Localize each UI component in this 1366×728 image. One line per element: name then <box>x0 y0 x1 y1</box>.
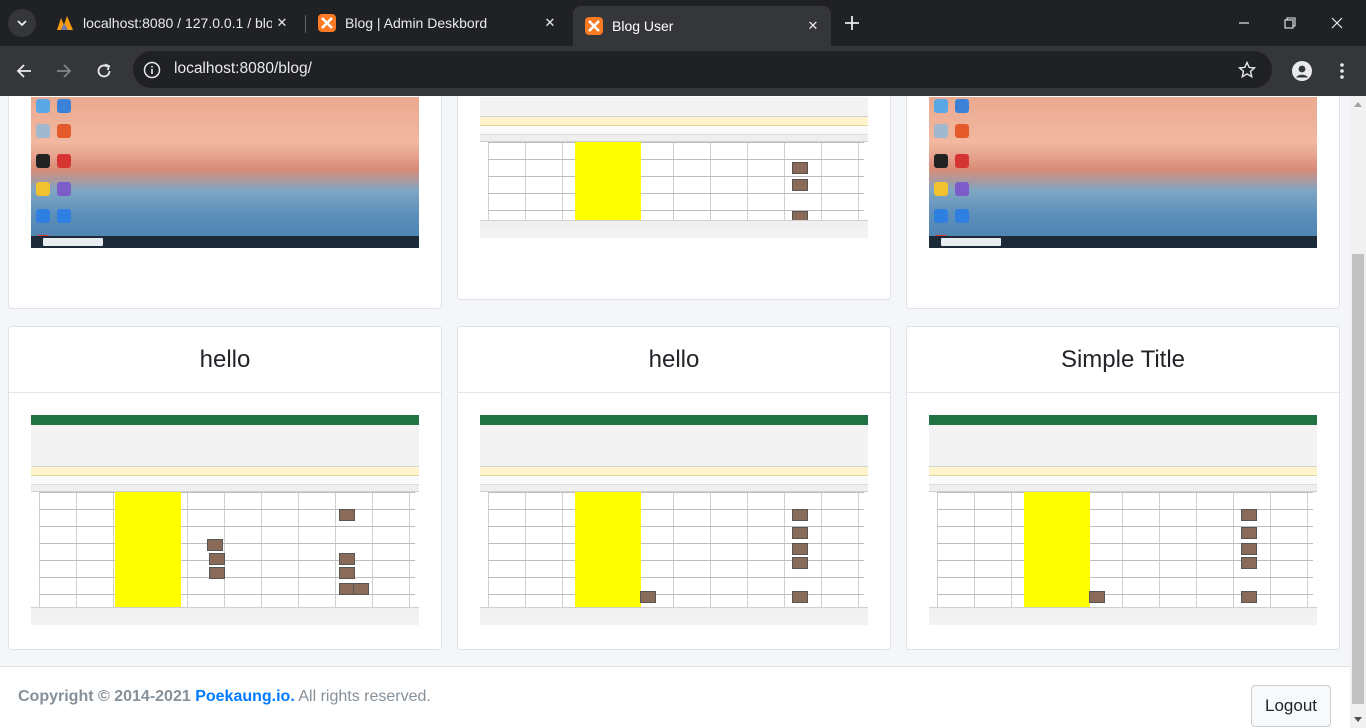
close-icon[interactable]: ✕ <box>540 13 560 33</box>
close-icon[interactable]: ✕ <box>272 13 292 33</box>
arrow-left-icon <box>16 64 31 78</box>
excel-display-set-report-screenshot <box>480 97 868 238</box>
post-title: hello <box>9 327 441 393</box>
post-image[interactable] <box>929 97 1317 248</box>
post-title: hello <box>458 327 890 393</box>
post-card: hello <box>457 326 891 650</box>
post-image[interactable] <box>929 415 1317 625</box>
xampp-icon <box>318 14 336 32</box>
phpmyadmin-icon <box>56 14 74 32</box>
excel-display-set-report-screenshot <box>929 415 1317 625</box>
profile-button[interactable] <box>1286 55 1318 87</box>
tab-blog-user[interactable]: Blog User ✕ <box>573 6 831 46</box>
reload-icon <box>97 63 111 78</box>
more-vert-icon <box>1340 63 1344 79</box>
page-scrollbar[interactable] <box>1350 96 1366 728</box>
address-bar[interactable]: localhost:8080/blog/ <box>133 51 1272 88</box>
post-title: Simple Title <box>907 327 1339 393</box>
scrollbar-thumb[interactable] <box>1352 254 1364 704</box>
reload-button[interactable] <box>88 55 120 87</box>
post-image[interactable] <box>480 97 868 238</box>
arrow-right-icon <box>57 64 72 78</box>
logout-button[interactable]: Logout <box>1251 685 1331 727</box>
back-button[interactable] <box>8 55 40 87</box>
tab-title: localhost:8080 / 127.0.0.1 / blog <box>83 15 272 31</box>
rights-text: All rights reserved. <box>298 688 431 705</box>
post-image[interactable] <box>31 415 419 625</box>
new-tab-button[interactable] <box>838 9 866 37</box>
bookmark-star-icon[interactable] <box>1236 59 1258 81</box>
flamingo-desktop-screenshot <box>929 97 1317 248</box>
tab-phpmyadmin[interactable]: localhost:8080 / 127.0.0.1 / blog ✕ <box>44 6 300 40</box>
post-card: Simple Title <box>906 326 1340 650</box>
minimize-button[interactable] <box>1221 8 1267 38</box>
plus-icon <box>845 16 859 30</box>
brand-link[interactable]: Poekaung.io. <box>195 688 295 705</box>
account-icon <box>1292 61 1312 81</box>
excel-display-set-report-screenshot <box>31 415 419 625</box>
tab-search-button[interactable] <box>8 9 36 37</box>
close-icon <box>1331 17 1343 29</box>
close-window-button[interactable] <box>1314 8 1360 38</box>
xampp-icon <box>585 17 603 35</box>
restore-button[interactable] <box>1267 8 1313 38</box>
browser-toolbar: localhost:8080/blog/ <box>0 46 1366 96</box>
forward-button[interactable] <box>48 55 80 87</box>
tab-title: Blog User <box>612 18 674 34</box>
browser-tab-strip: localhost:8080 / 127.0.0.1 / blog ✕ Blog… <box>0 0 1366 46</box>
post-card <box>8 96 442 309</box>
post-card: hello <box>8 326 442 650</box>
post-image[interactable] <box>480 415 868 625</box>
url-text[interactable]: localhost:8080/blog/ <box>174 60 312 78</box>
browser-menu-button[interactable] <box>1326 55 1358 87</box>
page-footer: Copyright © 2014-2021 Poekaung.io. All r… <box>0 666 1350 728</box>
flamingo-desktop-screenshot <box>31 97 419 248</box>
close-icon[interactable]: ✕ <box>803 16 823 36</box>
site-info-icon[interactable] <box>141 59 163 81</box>
tab-title: Blog | Admin Deskbord <box>345 15 488 31</box>
post-image[interactable] <box>31 97 419 248</box>
scroll-down-arrow-icon[interactable] <box>1354 717 1362 722</box>
post-card <box>906 96 1340 309</box>
post-card <box>457 96 891 300</box>
page-viewport: hello hello Simple Title Copyright © 201… <box>0 96 1350 728</box>
excel-display-set-report-screenshot <box>480 415 868 625</box>
tab-admin-deskbord[interactable]: Blog | Admin Deskbord ✕ <box>306 6 568 40</box>
chevron-down-icon <box>17 20 27 27</box>
minimize-icon <box>1239 22 1249 24</box>
copyright-text: Copyright © 2014-2021 Poekaung.io. All r… <box>18 688 431 706</box>
restore-icon <box>1284 17 1296 29</box>
copyright-prefix: Copyright © 2014-2021 <box>18 688 191 705</box>
scroll-up-arrow-icon[interactable] <box>1354 102 1362 107</box>
